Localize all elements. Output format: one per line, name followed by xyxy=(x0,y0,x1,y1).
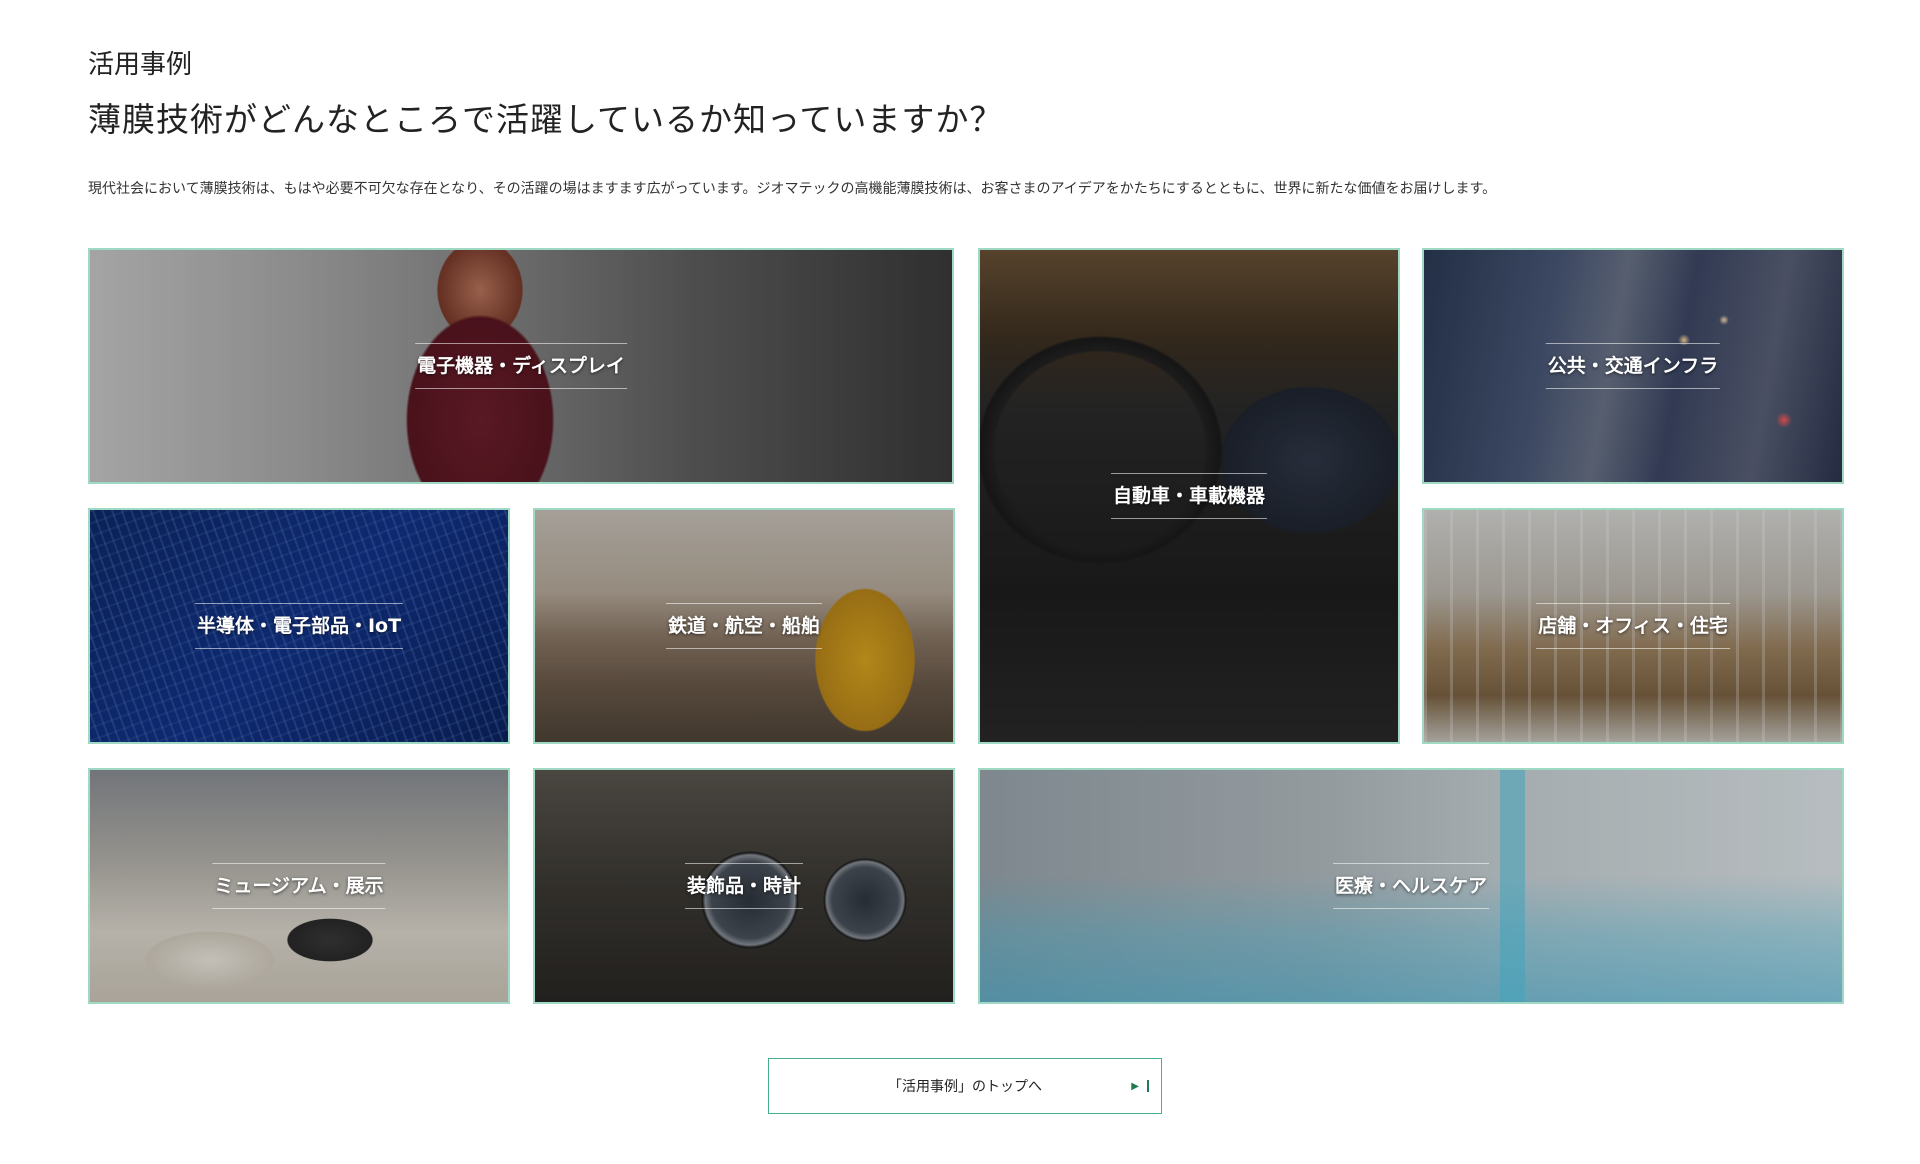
tile-caption: 半導体・電子部品・IoT xyxy=(194,603,404,649)
tile-public-transport[interactable]: 公共・交通インフラ xyxy=(1422,248,1844,484)
tile-accessories-watch[interactable]: 装飾品・時計 xyxy=(533,768,955,1004)
tile-caption: ミュージアム・展示 xyxy=(212,863,386,909)
tile-museum[interactable]: ミュージアム・展示 xyxy=(88,768,510,1004)
tile-automotive[interactable]: 自動車・車載機器 xyxy=(978,248,1400,744)
tile-retail-office[interactable]: 店舗・オフィス・住宅 xyxy=(1422,508,1844,744)
tile-caption: 電子機器・ディスプレイ xyxy=(415,343,627,389)
tile-caption: 公共・交通インフラ xyxy=(1545,343,1721,389)
section-label: 活用事例 xyxy=(88,50,193,80)
tile-caption: 装飾品・時計 xyxy=(684,863,804,909)
intro-text: 現代社会において薄膜技術は、もはや必要不可欠な存在となり、その活躍の場はますます… xyxy=(88,181,1497,197)
tile-railway[interactable]: 鉄道・航空・船舶 xyxy=(533,508,955,744)
back-to-use-cases-button[interactable]: 「活用事例」のトップへ ▶ xyxy=(768,1058,1162,1114)
use-case-grid: 電子機器・ディスプレイ 自動車・車載機器 公共・交通インフラ 半導体・電子部品・… xyxy=(88,248,1844,1004)
tile-caption: 医療・ヘルスケア xyxy=(1332,863,1490,909)
tile-caption: 自動車・車載機器 xyxy=(1110,473,1268,519)
tile-semiconductor[interactable]: 半導体・電子部品・IoT xyxy=(88,508,510,744)
triangle-right-icon: ▶ xyxy=(1131,1080,1149,1092)
tile-medical[interactable]: 医療・ヘルスケア xyxy=(978,768,1844,1004)
page-headline: 薄膜技術がどんなところで活躍しているか知っていますか？ xyxy=(88,100,1004,139)
button-label: 「活用事例」のトップへ xyxy=(888,1079,1042,1095)
tile-electronics-display[interactable]: 電子機器・ディスプレイ xyxy=(88,248,954,484)
tile-caption: 鉄道・航空・船舶 xyxy=(665,603,823,649)
tile-caption: 店舗・オフィス・住宅 xyxy=(1536,603,1730,649)
